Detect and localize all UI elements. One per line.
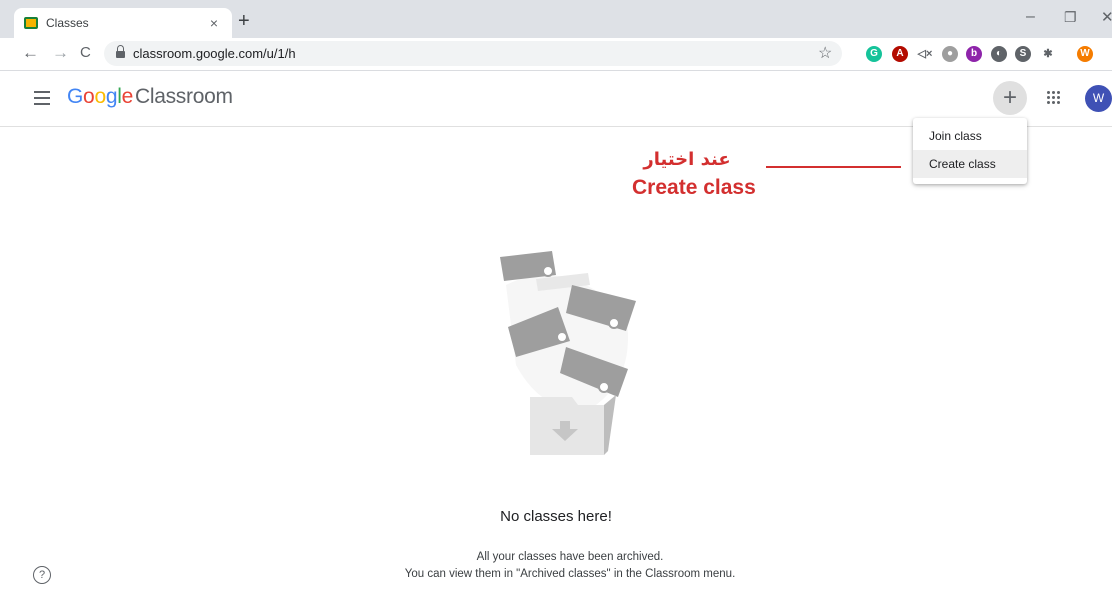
annotation-pointer-line <box>766 166 901 168</box>
tab-close-icon[interactable]: × <box>206 15 222 31</box>
profile-icon[interactable]: W <box>1077 46 1093 62</box>
browser-toolbar: ← → C classroom.google.com/u/1/h ☆ G A ◁× ●… <box>0 38 1112 71</box>
lock-icon <box>116 44 125 59</box>
reload-icon[interactable]: C <box>80 42 91 64</box>
acrobat-icon[interactable]: A <box>892 46 908 62</box>
back-arrow-icon[interactable]: ← <box>22 42 39 64</box>
bookmark-star-icon[interactable]: ☆ <box>818 43 832 63</box>
restore-icon[interactable]: ❐ <box>1064 9 1077 26</box>
annotation-arabic-text: عند اختيار <box>643 149 731 170</box>
menu-item-create-class[interactable]: Create class <box>913 150 1027 178</box>
menu-item-join-class[interactable]: Join class <box>913 122 1027 150</box>
address-bar[interactable]: classroom.google.com/u/1/h <box>104 41 842 66</box>
add-class-button[interactable]: + <box>993 81 1027 115</box>
browser-tab[interactable]: Classes × <box>14 8 232 38</box>
b-ext-icon[interactable]: b <box>966 46 982 62</box>
add-class-menu: Join class Create class <box>913 118 1027 184</box>
empty-state-message-2: You can view them in "Archived classes" … <box>404 568 736 580</box>
annotation-english-text: Create class <box>632 176 756 199</box>
empty-state-title: No classes here! <box>500 508 612 525</box>
forward-arrow-icon[interactable]: → <box>52 42 69 64</box>
puzzle-icon[interactable]: ✱ <box>1040 46 1056 62</box>
window-close-icon[interactable]: ✕ <box>1101 8 1112 26</box>
hamburger-menu-icon[interactable] <box>34 91 50 105</box>
google-apps-icon[interactable] <box>1047 91 1061 105</box>
new-tab-button[interactable]: + <box>238 11 250 31</box>
minimize-icon[interactable]: – <box>1026 8 1035 26</box>
google-classroom-logo[interactable]: GoogleClassroom <box>67 85 233 109</box>
mute-icon[interactable]: ◁× <box>917 46 933 62</box>
grammarly-icon[interactable]: G <box>866 46 882 62</box>
help-icon[interactable]: ? <box>33 566 51 584</box>
classroom-favicon-icon <box>24 17 38 29</box>
url-text: classroom.google.com/u/1/h <box>133 46 296 61</box>
account-avatar[interactable]: W <box>1085 85 1112 112</box>
tab-title: Classes <box>46 16 89 30</box>
empty-folder-illustration <box>500 251 636 455</box>
chart-ext-icon[interactable]: ◐ <box>991 46 1007 62</box>
s-ext-icon[interactable]: S <box>1015 46 1031 62</box>
bug-icon[interactable]: ● <box>942 46 958 62</box>
empty-state-message-1: All your classes have been archived. <box>476 551 664 563</box>
browser-tab-strip: Classes × + – ❐ ✕ <box>0 0 1112 38</box>
